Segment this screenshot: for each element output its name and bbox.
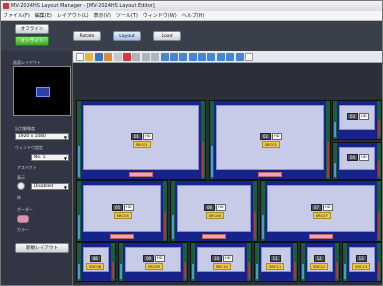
app-icon	[3, 3, 9, 9]
menu-window[interactable]: ウィンドウ(W)	[143, 12, 177, 19]
border-color-swatch[interactable]	[17, 215, 29, 223]
output-resolution-label: 出力解像度	[15, 126, 35, 131]
menu-help[interactable]: ヘルプ(H)	[182, 12, 205, 19]
fit-label: 表示	[17, 175, 25, 180]
undo-icon[interactable]	[132, 52, 141, 61]
menu-edit[interactable]: 編集(E)	[35, 12, 52, 19]
menu-layout[interactable]: レイアウト(L)	[57, 12, 89, 19]
window-03[interactable]: 03 HD	[332, 100, 382, 140]
window-settings-label: ウィンドウ設定	[15, 145, 43, 150]
align-center-icon[interactable]	[160, 52, 169, 61]
delete-icon[interactable]	[122, 52, 131, 61]
window-05[interactable]: 05 HD SRC05	[76, 180, 168, 242]
menu-file[interactable]: ファイル(F)	[3, 12, 30, 19]
online-button[interactable]: オンライン	[15, 36, 49, 46]
new-icon[interactable]	[76, 52, 84, 61]
layout-button[interactable]: Layout	[113, 31, 141, 41]
zoom-icon[interactable]	[235, 52, 244, 61]
menu-view[interactable]: 表示(V)	[94, 12, 111, 19]
chevron-down-icon: ▼	[63, 156, 67, 161]
rotate-button[interactable]: Rotate	[73, 31, 101, 41]
window-07[interactable]: 07 HD SRC07	[260, 180, 382, 242]
source-select[interactable]: No. 1 ▼	[31, 154, 69, 161]
window-09[interactable]: 09 HD SRC09	[118, 242, 188, 282]
window-11[interactable]: 11 SRC11	[254, 242, 298, 282]
window-01[interactable]: 01 HD SRC01	[76, 100, 206, 180]
menu-bar: ファイル(F) 編集(E) レイアウト(L) 表示(V) ツール(T) ウィンド…	[1, 11, 382, 21]
chevron-down-icon: ▼	[63, 185, 67, 190]
window-10[interactable]: 10 HD SRC10	[190, 242, 252, 282]
window-title: MV-2024HS Layout Manager - [MV-2024HS La…	[11, 3, 155, 9]
front-icon[interactable]	[216, 52, 225, 61]
redo-icon[interactable]	[141, 52, 150, 61]
cut-icon[interactable]	[104, 52, 113, 61]
align-bottom-icon[interactable]	[198, 52, 207, 61]
new-layout-button[interactable]: 新規レイアウト	[15, 243, 69, 253]
window-06[interactable]: 06 HD SRC06	[170, 180, 258, 242]
window-08[interactable]: 08 SRC08	[76, 242, 116, 282]
frame-toggle[interactable]	[17, 182, 25, 190]
load-button[interactable]: Load	[153, 31, 181, 41]
frame-label: 枠	[17, 195, 21, 200]
chevron-down-icon: ▼	[63, 135, 67, 140]
edit-toolbar	[73, 51, 382, 63]
layout-canvas[interactable]: 01 HD SRC01 02 HD SRC02 03 HD 04 HD 05 HD SRC05	[73, 63, 382, 285]
window-13[interactable]: 13 SRC13	[342, 242, 382, 282]
copy-icon[interactable]	[113, 52, 122, 61]
align-left-icon[interactable]	[151, 52, 160, 61]
left-panel: 画面レイアウト 出力解像度 1920 x 1080 ▼ ウィンドウ設定 No. 1…	[1, 51, 73, 285]
grid-icon[interactable]	[207, 52, 216, 61]
color-label: カラー	[17, 227, 29, 232]
preview-window[interactable]	[36, 87, 50, 97]
align-top-icon[interactable]	[179, 52, 188, 61]
window-12[interactable]: 12 SRC12	[300, 242, 340, 282]
save-icon[interactable]	[94, 52, 103, 61]
align-right-icon[interactable]	[169, 52, 178, 61]
window-04[interactable]: 04 HD	[332, 142, 382, 180]
align-middle-icon[interactable]	[188, 52, 197, 61]
mode-select[interactable]: Disabled ▼	[31, 183, 69, 190]
title-bar: MV-2024HS Layout Manager - [MV-2024HS La…	[1, 1, 382, 11]
output-resolution-select[interactable]: 1920 x 1080 ▼	[15, 133, 69, 140]
aspect-label: アスペクト	[17, 165, 37, 170]
open-icon[interactable]	[85, 52, 94, 61]
help-icon[interactable]	[245, 52, 254, 61]
back-icon[interactable]	[226, 52, 235, 61]
app-window: MV-2024HS Layout Manager - [MV-2024HS La…	[0, 0, 383, 286]
layout-preview[interactable]	[13, 66, 71, 116]
menu-tools[interactable]: ツール(T)	[116, 12, 138, 19]
window-02[interactable]: 02 HD SRC02	[209, 100, 331, 180]
main-toolbar: オフライン オンライン Rotate Layout Load	[1, 21, 382, 51]
border-label: ボーダー	[17, 207, 33, 212]
offline-button[interactable]: オフライン	[15, 24, 49, 34]
